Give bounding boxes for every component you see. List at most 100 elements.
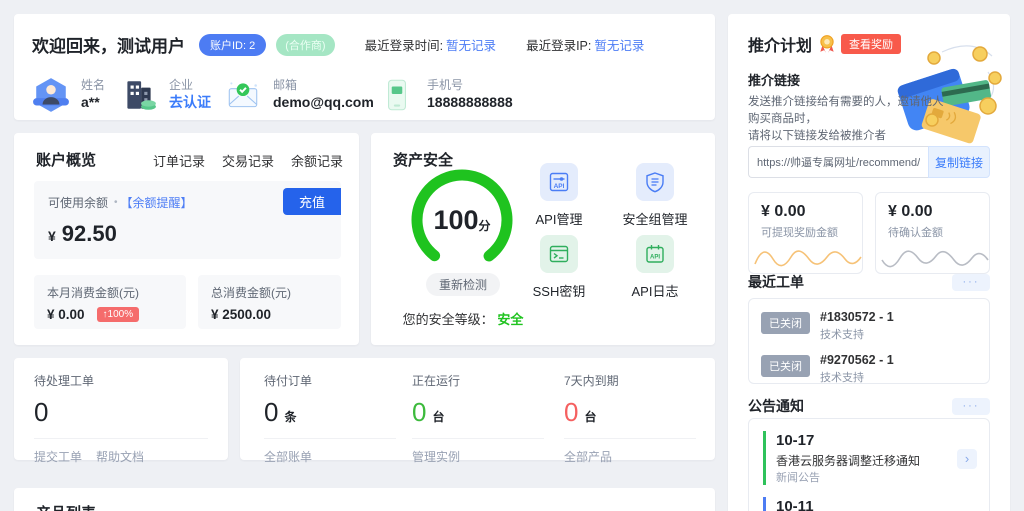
balance-reminder-link[interactable]: 【余额提醒】 (121, 194, 193, 211)
last-login-ip: 最近登录IP:暂无记录 (526, 35, 644, 54)
ticket-category: 技术支持 (820, 326, 894, 342)
withdrawable-reward-value: ¥ 0.00 (761, 203, 850, 221)
balance-currency: ¥ (48, 228, 56, 244)
last-login-time-value: 暂无记录 (446, 39, 496, 53)
monthly-consumption-value: ¥ 0.00 (47, 307, 85, 322)
announcements-header: 公告通知 ··· (748, 396, 990, 416)
api-manage-icon: API (548, 171, 570, 193)
help-docs-link[interactable]: 帮助文档 (96, 448, 144, 465)
unconfirmed-sparkline (880, 244, 990, 270)
referral-desc-line1: 发送推介链接给有需要的人，邀请他人 (748, 94, 944, 111)
balance-dot: • (114, 197, 118, 208)
all-products-link[interactable]: 全部产品 (564, 448, 612, 465)
tab-transaction-records[interactable]: 交易记录 (222, 151, 274, 170)
product-list-title: 产品列表 (36, 502, 96, 511)
announcement-date: 10-17 (776, 431, 977, 450)
view-rewards-badge[interactable]: 查看奖励 (841, 34, 901, 54)
all-bills-link[interactable]: 全部账单 (264, 448, 312, 465)
stat-running-instances: 正在运行 0 台 管理实例 (412, 372, 544, 465)
security-score-value: 100 (433, 205, 478, 236)
balance-value: 92.50 (62, 221, 117, 247)
withdrawable-reward-box: ¥ 0.00 可提现奖励金额 (748, 192, 863, 274)
announcements-more-button[interactable]: ··· (952, 398, 990, 415)
referral-link-subtitle: 推介链接 (748, 70, 800, 89)
tab-balance-records[interactable]: 余额记录 (291, 151, 343, 170)
last-login-ip-value: 暂无记录 (594, 39, 644, 53)
phone-icon (378, 76, 416, 114)
shortcut-security-group-label: 安全组管理 (607, 209, 703, 228)
email-icon (224, 76, 262, 114)
recharge-button[interactable]: 充值 (283, 188, 341, 215)
announcement-date: 10-11 (776, 497, 977, 511)
recent-tickets-title: 最近工单 (748, 272, 804, 292)
ticket-category: 技术支持 (820, 369, 894, 385)
company-verify-link[interactable]: 去认证 (169, 93, 211, 112)
recent-tickets-more-button[interactable]: ··· (952, 274, 990, 291)
profile-phone: 手机号 18888888888 (378, 76, 513, 114)
referral-desc-line3: 请将以下链接发给被推介者 (748, 128, 944, 145)
announcement-item[interactable]: 10-17 香港云服务器调整迁移通知 新闻公告 › (763, 431, 977, 485)
recent-tickets-list: 已关闭 #1830572 - 1 技术支持 已关闭 #9270562 - 1 技… (748, 298, 990, 384)
account-id-badge: 账户ID: 2 (199, 34, 266, 56)
shortcut-security-group[interactable]: 安全组管理 (607, 163, 703, 228)
chevron-right-icon[interactable]: › (957, 449, 977, 469)
name-label: 姓名 (81, 78, 105, 93)
total-consumption-label: 总消费金额(元) (211, 284, 328, 301)
trend-up-badge: ↑100% (97, 307, 140, 322)
company-label: 企业 (169, 78, 211, 93)
product-list-card: 产品列表 (14, 488, 715, 511)
referral-link-input[interactable] (748, 146, 928, 178)
ssh-key-icon (548, 243, 570, 265)
copy-link-button[interactable]: 复制链接 (928, 146, 990, 178)
expiring-value: 0 (564, 397, 578, 428)
ticket-item[interactable]: 已关闭 #9270562 - 1 技术支持 (749, 353, 989, 385)
withdrawable-reward-label: 可提现奖励金额 (761, 224, 850, 240)
avatar-icon (32, 76, 70, 114)
monthly-consumption-box: 本月消费金额(元) ¥ 0.00 ↑100% (34, 275, 186, 329)
announcement-item[interactable]: 10-11 湖北十堰网络割接 › (763, 497, 977, 511)
referral-desc-line2: 购买商品时， (748, 111, 944, 128)
stat-expiring-soon: 7天内到期 0 台 全部产品 (564, 372, 696, 465)
balance-box: 可使用余额 • 【余额提醒】 充值 ¥ 92.50 (34, 181, 341, 259)
shortcut-api-log[interactable]: API API日志 (607, 235, 703, 300)
api-log-icon: API (644, 243, 666, 265)
tab-order-records[interactable]: 订单记录 (153, 151, 205, 170)
stat-unpaid-orders: 待付订单 0 条 全部账单 (264, 372, 396, 465)
shortcut-ssh-key[interactable]: SSH密钥 (511, 235, 607, 300)
svg-text:API: API (650, 255, 660, 261)
welcome-title: 欢迎回来，测试用户 (32, 32, 185, 57)
dashboard-page: 欢迎回来，测试用户 账户ID: 2 (合作商) 最近登录时间:暂无记录 最近登录… (0, 0, 1024, 511)
announcements-list: 10-17 香港云服务器调整迁移通知 新闻公告 › 10-11 湖北十堰网络割接… (748, 418, 990, 511)
submit-ticket-link[interactable]: 提交工单 (34, 448, 82, 465)
recheck-button[interactable]: 重新检测 (426, 273, 500, 296)
last-login-time-label: 最近登录时间: (365, 39, 443, 53)
referral-header: 推介计划 查看奖励 (748, 32, 901, 56)
expiring-unit: 台 (584, 408, 596, 425)
balance-label-row: 可使用余额 • 【余额提醒】 (48, 194, 193, 211)
shortcut-api-manage[interactable]: API API管理 (511, 163, 607, 228)
running-unit: 台 (432, 408, 444, 425)
security-level-label: 您的安全等级： (403, 312, 494, 327)
welcome-header: 欢迎回来，测试用户 账户ID: 2 (合作商) 最近登录时间:暂无记录 最近登录… (32, 32, 644, 57)
profile-company: 企业 去认证 (120, 76, 211, 114)
security-group-icon (644, 171, 666, 193)
total-consumption-value: ¥ 2500.00 (211, 307, 271, 322)
profile-email: 邮箱 demo@qq.com (224, 76, 374, 114)
unconfirmed-amount-box: ¥ 0.00 待确认金额 (875, 192, 990, 274)
recent-tickets-header: 最近工单 ··· (748, 272, 990, 292)
phone-value: 18888888888 (427, 93, 513, 112)
unpaid-orders-value: 0 (264, 397, 278, 428)
ticket-id: #1830572 - 1 (820, 310, 894, 324)
shortcut-api-log-label: API日志 (607, 281, 703, 300)
pending-tickets-label: 待处理工单 (34, 372, 208, 389)
manage-instances-link[interactable]: 管理实例 (412, 448, 460, 465)
profile-name: 姓名 a** (32, 76, 105, 114)
account-overview-card: 账户概览 订单记录 交易记录 余额记录 可使用余额 • 【余额提醒】 充值 ¥ … (14, 133, 359, 345)
announcement-title-text: 香港云服务器调整迁移通知 (776, 454, 977, 469)
announcements-title: 公告通知 (748, 396, 804, 416)
ticket-item[interactable]: 已关闭 #1830572 - 1 技术支持 (749, 310, 989, 342)
monthly-consumption-label: 本月消费金额(元) (47, 284, 173, 301)
referral-link-row: 复制链接 (748, 146, 990, 178)
ticket-status-badge: 已关闭 (761, 312, 810, 334)
pending-tickets-card: 待处理工单 0 提交工单 帮助文档 (14, 358, 228, 460)
